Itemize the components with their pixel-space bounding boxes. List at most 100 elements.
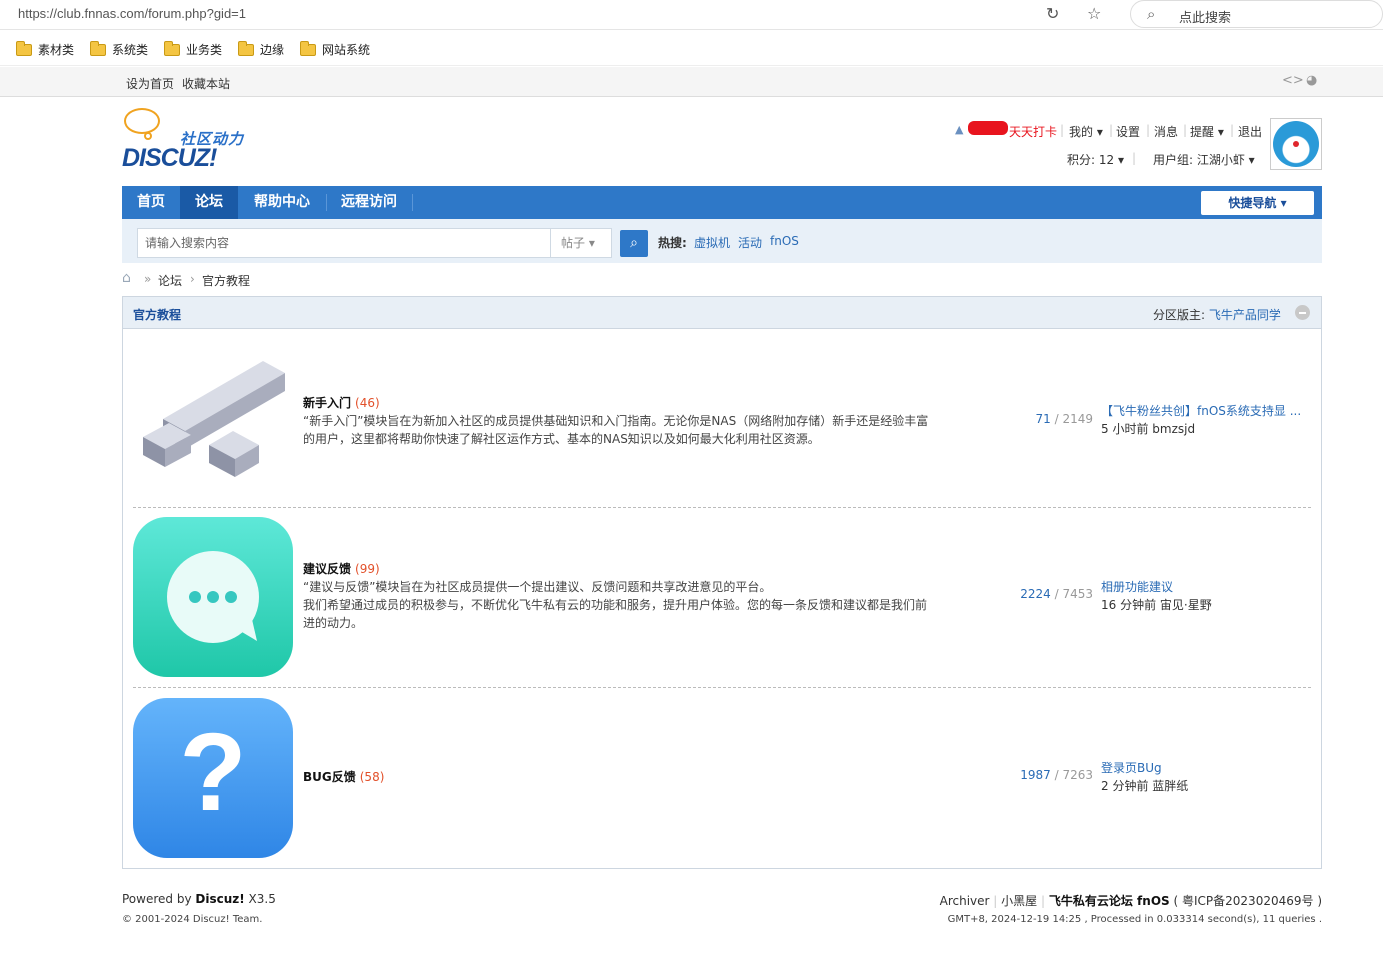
code-icon[interactable]: <> [1282,73,1304,88]
svg-text:?: ? [179,711,246,834]
bookmark-folder[interactable]: 业务类 [164,40,222,58]
forum-today-count: (99) [355,562,380,576]
nav-help[interactable]: 帮助中心 [238,186,326,219]
logo-bubble [124,108,160,134]
points-menu[interactable]: 积分: 12 ▾ [1067,151,1124,168]
forum-last-post: 相册功能建议 16 分钟前 宙见·星野 [1101,578,1306,614]
forum-stats: 2224 / 7453 [1020,587,1093,601]
bookmark-label: 网站系统 [322,43,371,57]
moderator-link[interactable]: 飞牛产品同学 [1209,308,1281,322]
last-post-title[interactable]: 【飞牛粉丝共创】fnOS系统支持显 ... [1101,402,1306,420]
search-input[interactable]: 请输入搜索内容 [137,228,551,258]
logo-bubble-tail [144,132,152,140]
forum-row: ? BUG反馈 (58) 1987 / 7263 登录页BUg 2 分钟前 蓝胖纸 [133,698,1311,858]
search-type-label: 帖子 [561,236,586,250]
forum-section: 官方教程 分区版主: 飞牛产品同学 新手入门 (46) “新手入门”模块旨在为新加… [122,296,1322,869]
moderator-label: 分区版主: [1153,308,1206,322]
hot-search-link[interactable]: 虚拟机 [694,234,730,251]
forum-name[interactable]: BUG反馈 (58) [303,768,384,785]
site-name-link[interactable]: 飞牛私有云论坛 fnOS [1049,894,1170,908]
hot-search-label: 热搜: [658,236,687,250]
feedback-forum-icon[interactable] [133,517,293,677]
breadcrumb-separator: » [144,272,152,286]
separator: | [1132,151,1137,165]
reminders-menu[interactable]: 提醒 ▾ [1190,123,1224,140]
discuz-link[interactable]: Discuz! [195,892,244,906]
breadcrumb-forum[interactable]: 论坛 [158,272,182,289]
forum-stats: 1987 / 7263 [1020,768,1093,782]
translate-icon[interactable]: ↻ [1046,4,1059,23]
hot-search-link[interactable]: 活动 [738,234,762,251]
folder-icon [300,40,316,56]
usergroup-menu[interactable]: 用户组: 江湖小虾 ▾ [1153,151,1255,168]
browser-search-placeholder: 点此搜索 [1179,11,1232,26]
forum-stats: 71 / 2149 [1035,412,1093,426]
forum-threads: 1987 [1020,768,1051,782]
avatar-nose [1293,141,1299,147]
palette-icon[interactable]: ◕ [1306,73,1317,88]
forum-name[interactable]: 新手入门 (46) [303,394,380,411]
bug-forum-icon[interactable]: ? [133,698,293,858]
forum-desc-line: “建议与反馈”模块旨在为社区成员提供一个提出建议、反馈问题和共享改进意见的平台。 [303,580,772,594]
breadcrumb-separator: › [190,272,195,286]
set-home-link[interactable]: 设为首页 [126,75,174,92]
footer-links: Archiver | 小黑屋 | 飞牛私有云论坛 fnOS ( 粤ICP备202… [940,892,1322,909]
bookmark-label: 素材类 [38,43,75,57]
beginner-forum-icon[interactable] [133,341,293,501]
url-field[interactable]: https://club.fnnas.com/forum.php?gid=1 [18,6,246,21]
search-type-select[interactable]: 帖子 ▾ [550,228,612,258]
row-divider [133,687,1311,688]
forum-threads: 2224 [1020,587,1051,601]
archiver-link[interactable]: Archiver [940,894,990,908]
star-icon[interactable]: ☆ [1087,4,1101,23]
last-post-meta: 16 分钟前 宙见·星野 [1101,598,1212,612]
forum-name-text: 建议反馈 [303,562,352,576]
forum-threads: 71 [1035,412,1051,426]
folder-icon [164,40,180,56]
usergroup-label: 用户组: 江湖小虾 [1153,153,1245,167]
forum-posts: 7453 [1062,587,1093,601]
forum-last-post: 登录页BUg 2 分钟前 蓝胖纸 [1101,759,1306,795]
bookmark-folder[interactable]: 系统类 [90,40,148,58]
search-bar: 请输入搜索内容 帖子 ▾ ⌕ 热搜: 虚拟机 活动 fnOS [122,219,1322,263]
separator: | [1146,123,1151,137]
forum-last-post: 【飞牛粉丝共创】fnOS系统支持显 ... 5 小时前 bmzsjd [1101,402,1306,438]
collapse-icon[interactable] [1295,305,1310,320]
bookmark-folder[interactable]: 网站系统 [300,40,371,58]
quick-nav-button[interactable]: 快捷导航 ▾ [1201,191,1314,215]
nav-forum[interactable]: 论坛 [180,186,238,219]
forum-name-text: BUG反馈 [303,770,356,784]
forum-description: “建议与反馈”模块旨在为社区成员提供一个提出建议、反馈问题和共享改进意见的平台。… [303,578,933,632]
last-post-title[interactable]: 登录页BUg [1101,759,1306,777]
site-topbar: 设为首页 收藏本站 <> ◕ [0,67,1383,97]
main-nav: 首页 论坛 帮助中心 远程访问 [122,186,1322,219]
forum-name[interactable]: 建议反馈 (99) [303,560,380,577]
nav-remote[interactable]: 远程访问 [327,186,411,219]
section-header: 官方教程 分区版主: 飞牛产品同学 [123,297,1321,329]
folder-icon [16,40,32,56]
settings-link[interactable]: 设置 [1116,123,1140,140]
row-divider [133,507,1311,508]
nav-home[interactable]: 首页 [122,186,180,219]
bookmark-folder[interactable]: 素材类 [16,40,75,58]
messages-link[interactable]: 消息 [1154,123,1178,140]
folder-icon [90,40,106,56]
mine-menu[interactable]: 我的 ▾ [1069,123,1103,140]
site-logo[interactable]: 社区动力 DISCUZ! [122,106,262,176]
home-icon[interactable]: ⌂ [122,270,131,286]
last-post-meta: 2 分钟前 蓝胖纸 [1101,779,1189,793]
logout-link[interactable]: 退出 [1238,123,1262,140]
blackroom-link[interactable]: 小黑屋 [1001,894,1037,908]
browser-search-box[interactable]: ⌕ 点此搜索 [1130,0,1383,28]
avatar[interactable] [1270,118,1322,170]
browser-address-bar: https://club.fnnas.com/forum.php?gid=1 ↻… [0,0,1383,30]
search-button[interactable]: ⌕ [620,230,648,257]
section-title[interactable]: 官方教程 [133,306,181,323]
bookmark-folder[interactable]: 边缘 [238,40,284,58]
nav-divider [412,194,413,211]
last-post-title[interactable]: 相册功能建议 [1101,578,1306,596]
hot-search-link[interactable]: fnOS [770,234,799,248]
icp-link[interactable]: ( 粤ICP备2023020469号 ) [1174,894,1323,908]
checkin-link[interactable]: 天天打卡 [1009,123,1057,140]
bookmark-site-link[interactable]: 收藏本站 [182,75,230,92]
